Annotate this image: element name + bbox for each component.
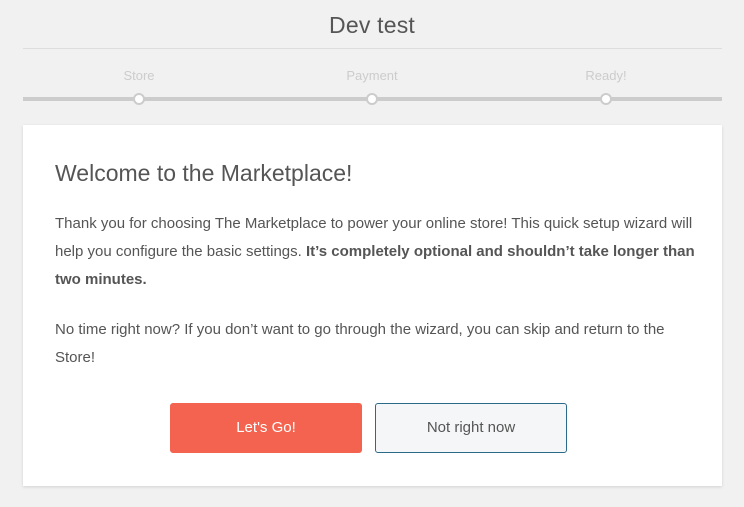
step-store-dot-icon <box>133 93 145 105</box>
step-payment-dot-icon <box>366 93 378 105</box>
lets-go-button[interactable]: Let's Go! <box>170 403 362 453</box>
site-title: Dev test <box>329 12 415 38</box>
intro-paragraph: Thank you for choosing The Marketplace t… <box>55 210 695 294</box>
wizard-steps: Store Payment Ready! <box>23 66 722 106</box>
not-right-now-button[interactable]: Not right now <box>375 403 567 453</box>
title-divider <box>23 48 722 49</box>
step-payment: Payment <box>312 66 432 105</box>
step-payment-label: Payment <box>346 68 398 83</box>
step-ready-dot-icon <box>600 93 612 105</box>
step-ready-label: Ready! <box>585 68 627 83</box>
setup-wizard-page: Dev test Store Payment Ready! Welcome to… <box>0 0 744 507</box>
step-store: Store <box>79 66 199 105</box>
welcome-card: Welcome to the Marketplace! Thank you fo… <box>23 125 722 486</box>
skip-paragraph: No time right now? If you don’t want to … <box>55 321 665 366</box>
welcome-heading: Welcome to the Marketplace! <box>55 160 353 186</box>
step-ready: Ready! <box>546 66 666 105</box>
step-store-label: Store <box>123 68 155 83</box>
